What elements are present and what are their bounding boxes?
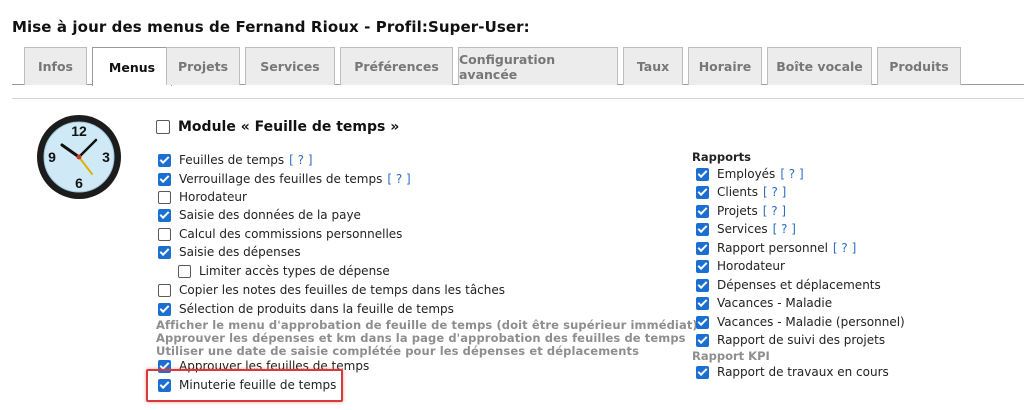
tab-preferences[interactable]: Préférences [340, 47, 453, 85]
checkbox[interactable] [696, 333, 709, 347]
item-label: Sélection de produits dans la feuille de… [179, 302, 454, 316]
tab-projets[interactable]: Projets [166, 47, 240, 85]
module-label: Module « Feuille de temps » [178, 119, 400, 135]
help-link[interactable]: [ ? ] [387, 172, 410, 186]
item-feuilles-de-temps[interactable]: Feuilles de temps [ ? ] [158, 153, 313, 167]
checkbox[interactable] [696, 204, 709, 218]
disabled-note-depenses-km: Approuver les dépenses et km dans la pag… [156, 331, 686, 345]
item-label: Employés [717, 167, 776, 181]
clock-icon: 12 3 6 9 [37, 115, 121, 199]
checkbox[interactable] [158, 302, 171, 316]
clock-number-12: 12 [71, 123, 87, 139]
item-label: Feuilles de temps [179, 153, 285, 167]
item-label: Horodateur [717, 259, 785, 273]
item-limiter-acces[interactable]: Limiter accès types de dépense [178, 264, 390, 278]
item-label: Rapport de travaux en cours [717, 365, 889, 379]
help-link[interactable]: [ ? ] [833, 241, 856, 255]
checkbox[interactable] [158, 190, 171, 204]
checkbox[interactable] [696, 296, 709, 310]
tab-boite-vocale[interactable]: Boîte vocale [767, 47, 872, 85]
module-checkbox[interactable] [156, 120, 170, 134]
item-label: Verrouillage des feuilles de temps [179, 172, 383, 186]
clock-number-9: 9 [48, 149, 56, 165]
tab-configuration-avancee[interactable]: Configuration avancée [458, 47, 618, 85]
item-saisie-paye[interactable]: Saisie des données de la paye [158, 208, 361, 222]
tab-infos[interactable]: Infos [24, 47, 87, 85]
checkbox[interactable] [696, 278, 709, 292]
item-saisie-depenses[interactable]: Saisie des dépenses [158, 245, 301, 259]
page-title: Mise à jour des menus de Fernand Rioux -… [12, 18, 530, 36]
checkbox[interactable] [696, 167, 709, 181]
help-link[interactable]: [ ? ] [773, 222, 796, 236]
help-link[interactable]: [ ? ] [780, 167, 803, 181]
rapports-heading: Rapports [692, 150, 751, 164]
tab-produits[interactable]: Produits [877, 47, 961, 85]
item-label: Copier les notes des feuilles de temps d… [179, 283, 506, 297]
help-link[interactable]: [ ? ] [763, 185, 786, 199]
clock-number-3: 3 [102, 149, 110, 165]
checkbox[interactable] [696, 241, 709, 255]
item-selection-produits[interactable]: Sélection de produits dans la feuille de… [158, 302, 454, 316]
item-label: Dépenses et déplacements [717, 278, 881, 292]
checkbox[interactable] [158, 172, 171, 186]
rapport-services[interactable]: Services [ ? ] [696, 222, 796, 236]
checkbox[interactable] [158, 245, 171, 259]
checkbox[interactable] [158, 227, 171, 241]
checkbox[interactable] [158, 208, 171, 222]
module-feuille-de-temps[interactable]: Module « Feuille de temps » [156, 119, 399, 135]
rapport-travaux-en-cours[interactable]: Rapport de travaux en cours [696, 365, 889, 379]
item-horodateur[interactable]: Horodateur [158, 190, 247, 204]
disabled-note-approbation: Afficher le menu d'approbation de feuill… [156, 318, 698, 332]
tab-taux[interactable]: Taux [623, 47, 683, 85]
item-verrouillage[interactable]: Verrouillage des feuilles de temps [ ? ] [158, 172, 411, 186]
rapport-depenses-deplacements[interactable]: Dépenses et déplacements [696, 278, 881, 292]
rapport-personnel[interactable]: Rapport personnel [ ? ] [696, 241, 856, 255]
rapport-kpi-heading: Rapport KPI [692, 349, 770, 363]
checkbox[interactable] [696, 222, 709, 236]
item-minuterie[interactable]: Minuterie feuille de temps [158, 378, 336, 392]
rapport-suivi-projets[interactable]: Rapport de suivi des projets [696, 333, 885, 347]
item-label: Saisie des données de la paye [179, 208, 361, 222]
checkbox[interactable] [158, 378, 171, 392]
help-link[interactable]: [ ? ] [763, 204, 786, 218]
rapport-clients[interactable]: Clients [ ? ] [696, 185, 786, 199]
checkbox[interactable] [696, 259, 709, 273]
checkbox[interactable] [696, 185, 709, 199]
checkbox[interactable] [696, 315, 709, 329]
rapport-vacances-maladie-personnel[interactable]: Vacances - Maladie (personnel) [696, 315, 905, 329]
rapport-horodateur[interactable]: Horodateur [696, 259, 785, 273]
tab-bar: Infos Menus Projets Services Préférences… [12, 47, 1024, 86]
item-label: Vacances - Maladie (personnel) [717, 315, 905, 329]
tab-services[interactable]: Services [245, 47, 335, 85]
help-link[interactable]: [ ? ] [289, 153, 312, 167]
disabled-note-date-saisie: Utiliser une date de saisie complétée po… [156, 344, 640, 358]
tab-horaire[interactable]: Horaire [688, 47, 762, 85]
item-label: Vacances - Maladie [717, 296, 833, 310]
rapport-vacances-maladie[interactable]: Vacances - Maladie [696, 296, 832, 310]
rapport-employes[interactable]: Employés [ ? ] [696, 167, 804, 181]
clock-number-6: 6 [75, 175, 83, 191]
item-label: Calcul des commissions personnelles [179, 227, 403, 241]
checkbox[interactable] [158, 153, 171, 167]
item-calcul-commissions[interactable]: Calcul des commissions personnelles [158, 227, 402, 241]
item-label: Minuterie feuille de temps [179, 378, 337, 392]
checkbox[interactable] [158, 283, 171, 297]
item-label: Clients [717, 185, 758, 199]
item-label: Horodateur [179, 190, 247, 204]
rapport-projets[interactable]: Projets [ ? ] [696, 204, 786, 218]
item-label: Limiter accès types de dépense [199, 264, 390, 278]
checkbox[interactable] [696, 365, 709, 379]
checkbox[interactable] [178, 264, 191, 278]
item-label: Rapport de suivi des projets [717, 333, 886, 347]
tab-menus[interactable]: Menus [92, 47, 172, 86]
item-label: Saisie des dépenses [179, 245, 301, 259]
item-label: Projets [717, 204, 758, 218]
item-copier-notes[interactable]: Copier les notes des feuilles de temps d… [158, 283, 505, 297]
item-label: Rapport personnel [717, 241, 828, 255]
item-label: Services [717, 222, 768, 236]
